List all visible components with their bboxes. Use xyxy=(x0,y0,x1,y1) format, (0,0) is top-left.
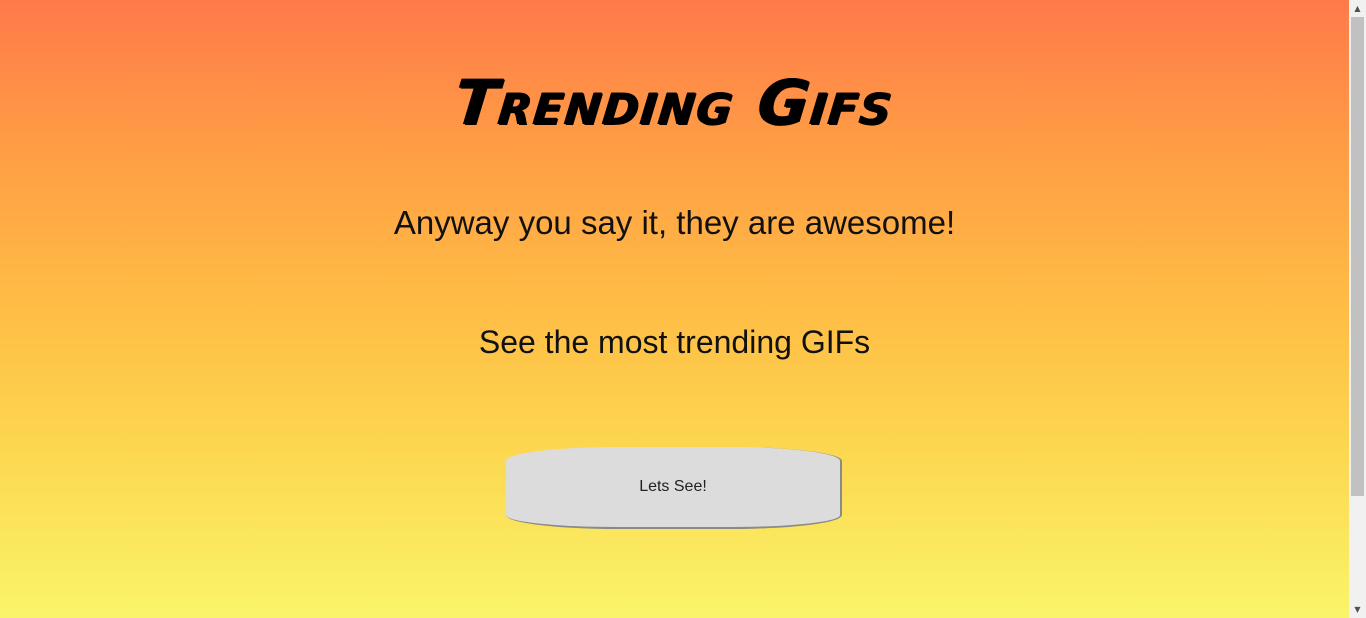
subheading: See the most trending GIFs xyxy=(478,324,871,360)
lets-see-button[interactable]: Lets See! xyxy=(506,447,842,529)
page-viewport: Trending Gifs Anyway you say it, they ar… xyxy=(0,0,1349,618)
scroll-down-icon[interactable]: ▼ xyxy=(1349,601,1366,618)
scrollbar-thumb[interactable] xyxy=(1351,17,1364,496)
scroll-up-icon[interactable]: ▲ xyxy=(1349,0,1366,17)
page-title: Trending Gifs xyxy=(451,66,898,139)
vertical-scrollbar[interactable]: ▲ ▼ xyxy=(1349,0,1366,618)
tagline: Anyway you say it, they are awesome! xyxy=(393,204,956,241)
